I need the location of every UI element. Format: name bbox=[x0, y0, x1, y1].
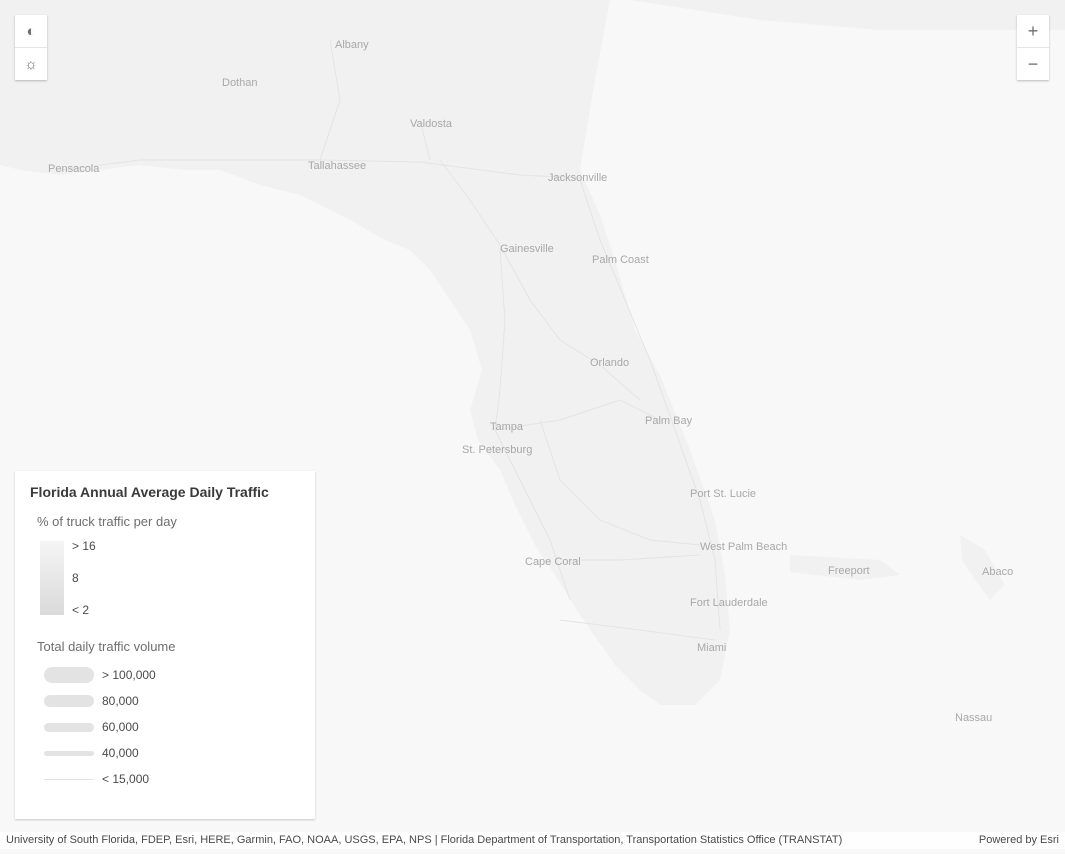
place-label: Port St. Lucie bbox=[690, 488, 756, 500]
zoom-controls: + − bbox=[1017, 15, 1049, 80]
color-ramp: > 16 8 < 2 bbox=[40, 539, 300, 619]
color-legend-title: % of truck traffic per day bbox=[37, 514, 177, 529]
place-label: Cape Coral bbox=[525, 556, 581, 568]
size-legend: > 100,000 80,000 60,000 40,000 < 15,000 bbox=[44, 662, 300, 792]
place-label: Gainesville bbox=[500, 243, 554, 255]
place-label: Palm Bay bbox=[645, 415, 693, 427]
place-label: Tampa bbox=[490, 421, 524, 433]
place-label: St. Petersburg bbox=[462, 444, 532, 456]
place-label: Jacksonville bbox=[548, 172, 607, 184]
layers-icon[interactable]: ◐ bbox=[15, 15, 47, 47]
left-controls: ◐ ☼ bbox=[15, 15, 47, 80]
size-legend-row: < 15,000 bbox=[44, 766, 300, 792]
size-legend-row: 40,000 bbox=[44, 740, 300, 766]
size-symbol bbox=[44, 667, 94, 683]
zoom-out-button[interactable]: − bbox=[1017, 47, 1049, 80]
size-symbol bbox=[44, 750, 94, 756]
powered-by-esri-link[interactable]: Powered by Esri bbox=[979, 832, 1059, 849]
place-label: Palm Coast bbox=[592, 254, 649, 266]
place-label: West Palm Beach bbox=[700, 541, 787, 553]
ramp-label-high: > 16 bbox=[72, 539, 96, 553]
ramp-label-low: < 2 bbox=[72, 603, 90, 617]
place-label: Valdosta bbox=[410, 118, 453, 130]
place-label: Albany bbox=[335, 39, 369, 51]
zoom-in-button[interactable]: + bbox=[1017, 15, 1049, 47]
size-label: 40,000 bbox=[102, 746, 139, 760]
size-legend-row: > 100,000 bbox=[44, 662, 300, 688]
attribution-bar: University of South Florida, FDEP, Esri,… bbox=[0, 832, 1065, 849]
attribution-text[interactable]: University of South Florida, FDEP, Esri,… bbox=[6, 832, 842, 849]
place-label: Fort Lauderdale bbox=[690, 597, 768, 609]
place-label: Pensacola bbox=[48, 163, 100, 175]
place-label: Miami bbox=[697, 642, 726, 654]
size-label: < 15,000 bbox=[102, 772, 150, 786]
place-label: Nassau bbox=[955, 712, 992, 724]
size-legend-title: Total daily traffic volume bbox=[37, 639, 176, 654]
legend-panel: Florida Annual Average Daily Traffic % o… bbox=[15, 471, 315, 819]
size-symbol bbox=[44, 722, 94, 732]
size-symbol bbox=[44, 695, 94, 707]
size-label: 60,000 bbox=[102, 720, 139, 734]
size-label: 80,000 bbox=[102, 694, 139, 708]
sun-icon[interactable]: ☼ bbox=[15, 47, 47, 80]
legend-title: Florida Annual Average Daily Traffic bbox=[30, 484, 269, 500]
size-legend-row: 60,000 bbox=[44, 714, 300, 740]
place-label: Freeport bbox=[828, 565, 870, 577]
size-label: > 100,000 bbox=[102, 668, 156, 682]
size-symbol bbox=[44, 778, 94, 780]
place-label: Tallahassee bbox=[308, 160, 366, 172]
place-label: Orlando bbox=[590, 357, 629, 369]
place-label: Abaco bbox=[982, 566, 1013, 578]
size-legend-row: 80,000 bbox=[44, 688, 300, 714]
ramp-label-mid: 8 bbox=[72, 571, 79, 585]
color-ramp-bar bbox=[40, 541, 64, 615]
place-label: Dothan bbox=[222, 77, 257, 89]
